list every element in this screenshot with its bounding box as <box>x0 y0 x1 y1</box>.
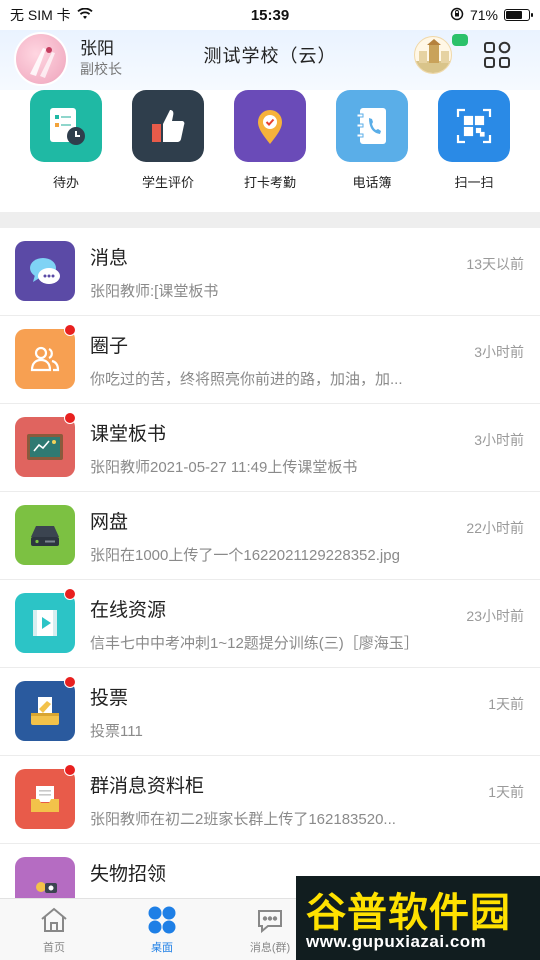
list-item-blackboard[interactable]: 课堂板书 张阳教师2021-05-27 11:49上传课堂板书 3小时前 <box>0 404 540 492</box>
list-item-title: 在线资源 <box>90 600 167 621</box>
quick-action-label: 学生评价 <box>141 175 194 190</box>
people-icon <box>15 329 75 389</box>
orientation-lock-icon <box>450 7 464 24</box>
vote-box-icon <box>15 681 75 741</box>
thumbs-up-icon <box>132 90 204 162</box>
list-item-time: 1天前 <box>488 696 524 712</box>
tab-label: 桌面 <box>151 942 173 954</box>
list-item-title: 课堂板书 <box>90 424 167 445</box>
status-bar: 无 SIM 卡 15:39 71% <box>0 0 540 30</box>
list-item-time: 23小时前 <box>466 608 524 624</box>
list-item-title: 投票 <box>90 688 129 709</box>
list-item-netdisk[interactable]: 网盘 张阳在1000上传了一个1622021129228352.jpg 22小时… <box>0 492 540 580</box>
wechat-icon <box>452 34 468 46</box>
message-icon <box>253 903 287 937</box>
message-list: 消息 张阳教师:[课堂板书 13天以前 圈子 你吃过的苦，终将照亮你前进的路，加… <box>0 228 540 898</box>
list-item-preview: 张阳在1000上传了一个1622021129228352.jpg <box>90 547 400 564</box>
battery-icon <box>504 9 533 21</box>
list-item-preview: 张阳教师2021-05-27 11:49上传课堂板书 <box>90 459 358 476</box>
user-name: 张阳 <box>80 39 114 58</box>
chat-bubbles-icon <box>15 241 75 301</box>
list-item-title: 群消息资料柜 <box>90 776 205 797</box>
list-item-preview: 你吃过的苦，终将照亮你前进的路，加油，加... <box>90 371 403 388</box>
tab-desktop[interactable]: 桌面 <box>108 903 216 955</box>
section-divider <box>0 212 540 228</box>
qr-scan-icon <box>438 90 510 162</box>
battery-percent: 71% <box>469 7 498 23</box>
unread-badge <box>64 412 76 424</box>
list-item-group-files[interactable]: 群消息资料柜 张阳教师在初二2班家长群上传了162183520... 1天前 <box>0 756 540 844</box>
list-item-time: 13天以前 <box>466 256 524 272</box>
unread-badge <box>64 676 76 688</box>
quick-action-label: 待办 <box>52 175 79 190</box>
unread-badge <box>64 588 76 600</box>
quick-action-todo[interactable]: 待办 <box>16 90 116 191</box>
quick-action-phonebook[interactable]: 电话簿 <box>322 90 422 191</box>
list-item-vote[interactable]: 投票 投票111 1天前 <box>0 668 540 756</box>
watermark-title: 谷普软件园 <box>306 891 511 935</box>
list-item-title: 网盘 <box>90 512 129 533</box>
list-item-time: 22小时前 <box>466 520 524 536</box>
file-cabinet-icon <box>15 769 75 829</box>
quick-action-attendance[interactable]: 打卡考勤 <box>220 90 320 191</box>
location-pin-icon <box>234 90 306 162</box>
todo-clipboard-icon <box>30 90 102 162</box>
carrier-label: 无 SIM 卡 <box>10 7 71 23</box>
wifi-icon <box>77 7 93 23</box>
quick-action-scan[interactable]: 扫一扫 <box>424 90 524 191</box>
quick-action-label: 扫一扫 <box>454 175 494 190</box>
video-play-icon <box>15 593 75 653</box>
hard-drive-icon <box>15 505 75 565</box>
user-role: 副校长 <box>80 61 122 77</box>
quick-action-student-eval[interactable]: 学生评价 <box>118 90 218 191</box>
quick-action-label: 电话簿 <box>352 175 392 190</box>
desktop-grid-icon <box>145 903 179 937</box>
list-item-time: 3小时前 <box>474 344 524 360</box>
school-logo-icon[interactable] <box>414 36 452 74</box>
avatar[interactable] <box>14 32 68 86</box>
list-item-circle[interactable]: 圈子 你吃过的苦，终将照亮你前进的路，加油，加... 3小时前 <box>0 316 540 404</box>
list-item-online-resources[interactable]: 在线资源 信丰七中中考冲刺1~12题提分训练(三)［廖海玉］ 23小时前 <box>0 580 540 668</box>
quick-actions: 待办 学生评价 打卡考勤 电话簿 扫一扫 <box>0 90 540 210</box>
list-item-preview: 张阳教师:[课堂板书 <box>90 283 219 300</box>
unread-badge <box>64 764 76 776</box>
clock: 15:39 <box>250 6 290 24</box>
list-item-preview: 张阳教师在初二2班家长群上传了162183520... <box>90 811 396 828</box>
unread-badge <box>64 324 76 336</box>
apps-grid-icon[interactable] <box>482 40 512 70</box>
lost-found-icon <box>15 857 75 898</box>
app-header: 张阳 副校长 测试学校（云） <box>0 30 540 90</box>
home-icon <box>37 903 71 937</box>
school-title[interactable]: 测试学校（云） <box>160 42 380 68</box>
tab-home[interactable]: 首页 <box>0 903 108 955</box>
list-item-time: 3小时前 <box>474 432 524 448</box>
list-item-time: 1天前 <box>488 784 524 800</box>
watermark-url: www.gupuxiazai.com <box>306 932 487 951</box>
tab-label: 首页 <box>43 942 65 954</box>
phonebook-icon <box>336 90 408 162</box>
list-item-title: 圈子 <box>90 336 129 357</box>
blackboard-icon <box>15 417 75 477</box>
list-item-messages[interactable]: 消息 张阳教师:[课堂板书 13天以前 <box>0 228 540 316</box>
quick-action-label: 打卡考勤 <box>243 175 296 190</box>
list-item-title: 消息 <box>90 248 129 269</box>
list-item-title: 失物招领 <box>90 864 167 885</box>
watermark: 谷普软件园 www.gupuxiazai.com <box>296 876 540 960</box>
list-item-preview: 投票111 <box>90 723 143 740</box>
list-item-preview: 信丰七中中考冲刺1~12题提分训练(三)［廖海玉］ <box>90 635 419 652</box>
